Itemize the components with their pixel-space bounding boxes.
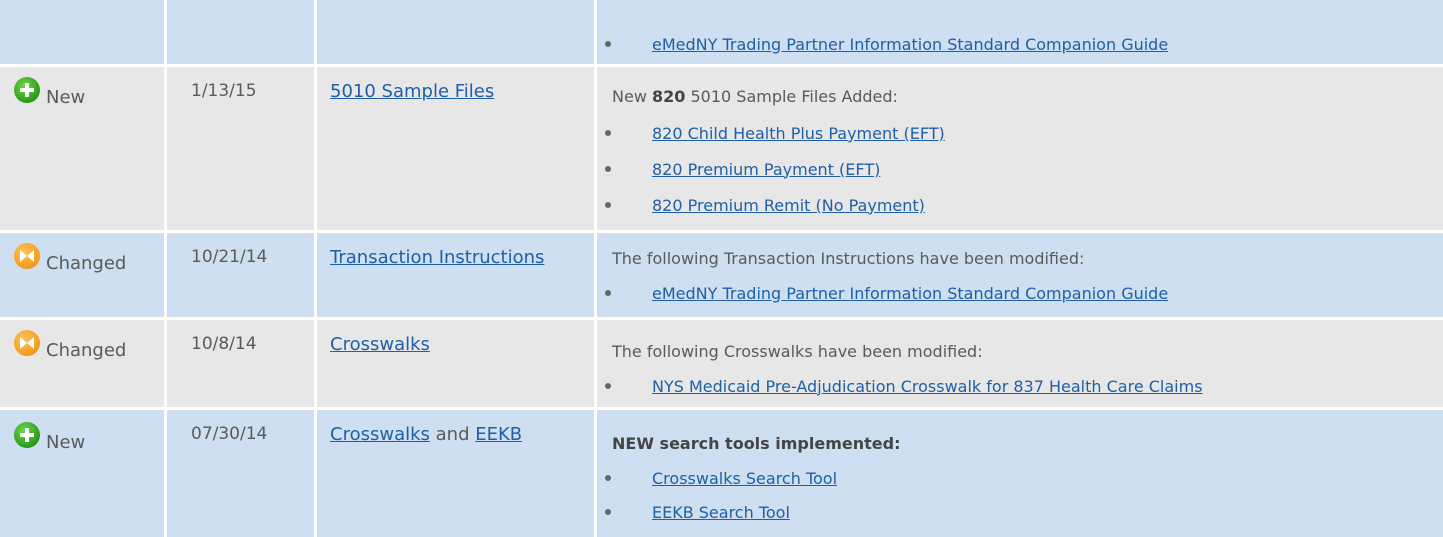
description-cell: New 820 5010 Sample Files Added: 820 Chi… (597, 67, 1443, 230)
status-cell: Changed (0, 320, 167, 407)
bullet (605, 41, 611, 47)
status-label: Changed (46, 253, 127, 274)
date-cell: 10/21/14 (167, 233, 317, 317)
status-cell (0, 0, 167, 64)
changed-icon (14, 243, 40, 269)
list-item: Crosswalks Search Tool (605, 466, 1443, 490)
table-row: eMedNY Trading Partner Information Stand… (0, 0, 1443, 67)
description-intro: The following Transaction Instructions h… (612, 249, 1085, 268)
plus-circle-icon (14, 422, 40, 448)
list-item: 820 Premium Remit (No Payment) (605, 193, 1443, 217)
table-row: Changed 10/21/14 Transaction Instruction… (0, 233, 1443, 320)
status-cell: New (0, 410, 167, 537)
crosswalks-link[interactable]: Crosswalks (330, 334, 430, 355)
description-cell: eMedNY Trading Partner Information Stand… (597, 0, 1443, 64)
transaction-instructions-link[interactable]: Transaction Instructions (330, 247, 544, 268)
description-intro: The following Crosswalks have been modif… (612, 342, 983, 361)
section-cell: Transaction Instructions (317, 233, 597, 317)
bullet (605, 166, 611, 172)
companion-guide-link[interactable]: eMedNY Trading Partner Information Stand… (652, 35, 1168, 54)
list-item: 820 Child Health Plus Payment (EFT) (605, 121, 1443, 145)
list-item: NYS Medicaid Pre-Adjudication Crosswalk … (605, 374, 1443, 398)
status-label: Changed (46, 340, 127, 361)
bullet (605, 475, 611, 481)
child-health-plus-link[interactable]: 820 Child Health Plus Payment (EFT) (652, 124, 945, 143)
crosswalks-link[interactable]: Crosswalks (330, 424, 430, 445)
date-cell: 10/8/14 (167, 320, 317, 407)
bullet (605, 202, 611, 208)
updates-table: eMedNY Trading Partner Information Stand… (0, 0, 1443, 537)
status-label: New (46, 432, 86, 453)
status-label: New (46, 87, 86, 108)
section-cell: 5010 Sample Files (317, 67, 597, 230)
bullet (605, 130, 611, 136)
crosswalks-search-tool-link[interactable]: Crosswalks Search Tool (652, 469, 837, 488)
premium-payment-link[interactable]: 820 Premium Payment (EFT) (652, 160, 880, 179)
date-cell (167, 0, 317, 64)
section-cell: Crosswalks (317, 320, 597, 407)
section-cell (317, 0, 597, 64)
table-row: New 07/30/14 Crosswalks and EEKB NEW sea… (0, 410, 1443, 537)
list-item: eMedNY Trading Partner Information Stand… (605, 32, 1443, 56)
bullet (605, 509, 611, 515)
date-text: 10/21/14 (191, 247, 268, 267)
date-text: 10/8/14 (191, 334, 257, 354)
premium-remit-link[interactable]: 820 Premium Remit (No Payment) (652, 196, 925, 215)
list-item: EEKB Search Tool (605, 500, 1443, 524)
table-row: Changed 10/8/14 Crosswalks The following… (0, 320, 1443, 410)
table-row: New 1/13/15 5010 Sample Files New 820 50… (0, 67, 1443, 233)
date-cell: 07/30/14 (167, 410, 317, 537)
list-item: 820 Premium Payment (EFT) (605, 157, 1443, 181)
changed-icon (14, 330, 40, 356)
sample-files-link[interactable]: 5010 Sample Files (330, 81, 494, 102)
crosswalk-837-link[interactable]: NYS Medicaid Pre-Adjudication Crosswalk … (652, 377, 1203, 396)
status-cell: Changed (0, 233, 167, 317)
date-text: 07/30/14 (191, 424, 268, 444)
description-intro: NEW search tools implemented: (612, 434, 901, 453)
status-cell: New (0, 67, 167, 230)
list-item: eMedNY Trading Partner Information Stand… (605, 281, 1443, 305)
bullet (605, 290, 611, 296)
date-cell: 1/13/15 (167, 67, 317, 230)
section-connector: and (429, 424, 476, 445)
description-cell: The following Transaction Instructions h… (597, 233, 1443, 317)
eekb-link[interactable]: EEKB (475, 424, 522, 445)
bullet (605, 383, 611, 389)
description-cell: The following Crosswalks have been modif… (597, 320, 1443, 407)
description-cell: NEW search tools implemented: Crosswalks… (597, 410, 1443, 537)
date-text: 1/13/15 (191, 81, 257, 101)
eekb-search-tool-link[interactable]: EEKB Search Tool (652, 503, 790, 522)
description-intro: New 820 5010 Sample Files Added: (612, 87, 898, 106)
companion-guide-link[interactable]: eMedNY Trading Partner Information Stand… (652, 284, 1168, 303)
section-cell: Crosswalks and EEKB (317, 410, 597, 537)
plus-circle-icon (14, 77, 40, 103)
